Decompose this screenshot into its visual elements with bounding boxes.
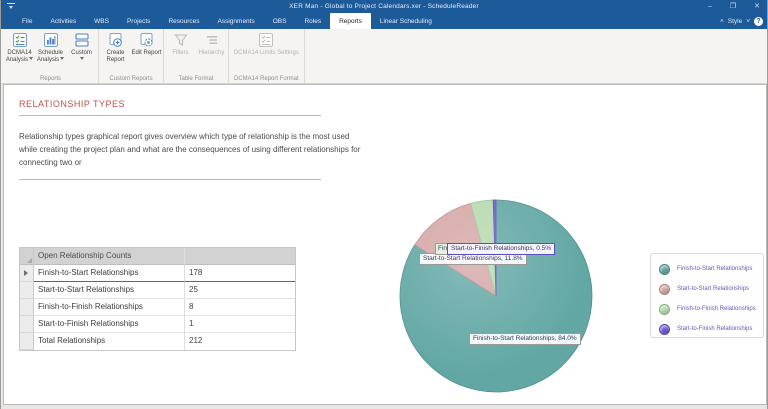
ribbon-button-label: DCMA14 Analysis [5, 50, 34, 63]
tab-reports[interactable]: Reports [330, 13, 371, 29]
pie-label-start-to-finish: Start-to-Finish Relationships, 0.5% [447, 243, 556, 255]
ribbon-button-label: Custom [71, 50, 92, 63]
menubar: File Activities WBS Projects Resources A… [1, 13, 767, 29]
table-row[interactable]: Start-to-Start Relationships 25 [20, 282, 295, 299]
ribbon-group-reports: DCMA14 Analysis Schedule Analysis Custom… [3, 29, 99, 84]
table-row[interactable]: Finish-to-Start Relationships 178 [20, 265, 295, 282]
tab-assignments[interactable]: Assignments [209, 13, 264, 29]
window-title: XER Man - Global to Project Calendars.xe… [289, 3, 479, 10]
checklist-gray-icon [259, 33, 274, 47]
row-selector[interactable] [20, 316, 34, 333]
row-selector[interactable] [20, 333, 34, 350]
tab-projects[interactable]: Projects [118, 13, 159, 29]
legend-swatch-finish-to-finish [659, 303, 670, 315]
ribbon-button-label: Schedule Analysis [36, 50, 65, 63]
row-selector[interactable] [20, 265, 34, 282]
help-icon[interactable]: ? [754, 16, 763, 26]
page-title: RELATIONSHIP TYPES [19, 99, 126, 109]
tab-wbs[interactable]: WBS [85, 13, 118, 29]
legend-swatch-finish-to-start [659, 263, 670, 275]
tab-resources[interactable]: Resources [159, 13, 208, 29]
ribbon: DCMA14 Analysis Schedule Analysis Custom… [1, 29, 767, 84]
dcma14-analysis-button[interactable]: DCMA14 Analysis [4, 30, 35, 75]
create-report-button[interactable]: Create Report [100, 30, 131, 75]
legend-swatch-start-to-start [659, 283, 670, 295]
close-button[interactable]: ✕ [751, 0, 763, 13]
dropdown-caret-icon [60, 57, 65, 61]
tab-roles[interactable]: Roles [295, 13, 330, 29]
dropdown-caret-icon [29, 57, 34, 61]
select-all-corner[interactable] [20, 248, 34, 265]
window-bottom-edge [1, 405, 767, 409]
tab-obs[interactable]: OBS [264, 13, 296, 29]
report-panel: RELATIONSHIP TYPES Relationship types gr… [3, 84, 767, 405]
column-header-value [184, 248, 295, 265]
divider [19, 115, 321, 116]
relationship-counts-table: Open Relationship Counts Finish-to-Start… [19, 247, 296, 351]
tab-activities[interactable]: Activities [41, 13, 85, 29]
filters-button: Filters [165, 30, 196, 75]
schedule-analysis-button[interactable]: Schedule Analysis [35, 30, 66, 75]
table-row[interactable]: Total Relationships 212 [20, 333, 295, 350]
relationship-types-pie-chart[interactable] [395, 195, 597, 397]
ribbon-group-table-format: Filters Hierarchy Table Format [164, 29, 229, 84]
bar-chart-icon [43, 33, 58, 47]
ribbon-tabs: File Activities WBS Projects Resources A… [1, 13, 441, 29]
style-caret-icon[interactable]: ˅ [746, 18, 750, 25]
filter-icon [174, 34, 187, 46]
minimize-button[interactable]: – [705, 0, 715, 13]
row-selector[interactable] [20, 282, 34, 299]
current-row-marker-icon [24, 270, 28, 276]
table-row[interactable]: Finish-to-Finish Relationships 8 [20, 299, 295, 316]
hierarchy-button: Hierarchy [196, 30, 227, 75]
legend-swatch-start-to-finish [659, 323, 670, 335]
tab-linear-scheduling[interactable]: Linear Scheduling [371, 13, 441, 29]
style-menu[interactable]: Style [728, 18, 742, 25]
custom-reports-dropdown-button[interactable]: Custom [66, 30, 97, 75]
collapse-ribbon-icon[interactable]: ˄ [720, 18, 724, 25]
report-edit-icon [140, 33, 152, 47]
legend-item: Start-to-Finish Relationships [659, 321, 763, 337]
table-row[interactable]: Start-to-Finish Relationships 1 [20, 316, 295, 333]
app-window: XER Man - Global to Project Calendars.xe… [0, 0, 768, 409]
pie-label-finish-to-start: Finish-to-Start Relationships, 84.0% [469, 333, 581, 345]
legend-item: Finish-to-Start Relationships [659, 261, 763, 277]
checklist-icon [12, 33, 27, 47]
ribbon-group-dcma14-report-format: DCMA14 Limits Settings DCMA14 Report For… [229, 29, 305, 84]
chart-legend: Finish-to-Start Relationships Start-to-S… [650, 253, 764, 338]
restore-button[interactable]: ❐ [727, 0, 739, 13]
dcma14-limits-settings-button: DCMA14 Limits Settings [231, 30, 301, 75]
column-header: Open Relationship Counts [34, 248, 184, 265]
ribbon-group-custom-reports: Create Report Edit Report Custom Reports [99, 29, 164, 84]
dropdown-caret-icon [79, 57, 84, 61]
quick-access-toolbar-icon[interactable] [7, 3, 15, 9]
hierarchy-icon [206, 36, 217, 44]
report-description: Relationship types graphical report give… [19, 132, 361, 167]
titlebar: XER Man - Global to Project Calendars.xe… [1, 0, 767, 13]
edit-report-button[interactable]: Edit Report [131, 30, 162, 75]
row-selector[interactable] [20, 299, 34, 316]
report-add-icon [109, 33, 122, 47]
legend-item: Start-to-Start Relationships [659, 281, 763, 297]
tab-file[interactable]: File [13, 13, 41, 29]
legend-item: Finish-to-Finish Relationships [659, 301, 763, 317]
divider [19, 179, 321, 180]
layers-icon [74, 33, 89, 47]
table-header-row: Open Relationship Counts [20, 248, 295, 265]
